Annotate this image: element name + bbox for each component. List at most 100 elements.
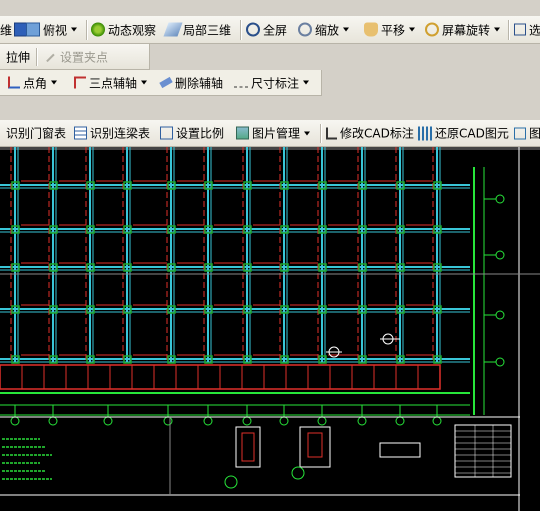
dimension-dropdown[interactable]: 尺寸标注 xyxy=(234,74,310,91)
select-icon xyxy=(514,23,526,36)
axis-bubble xyxy=(203,416,213,426)
toolbar-filler xyxy=(323,70,540,96)
axis-bubble xyxy=(495,250,505,260)
view-toolbar: 维 俯视 动态观察 局部三维 全屏 缩放 平移 屏幕旋转 选 xyxy=(0,16,540,44)
point-angle-label: 点角 xyxy=(23,76,48,90)
fullscreen-button[interactable]: 全屏 xyxy=(246,21,287,38)
axis-bubble xyxy=(357,416,367,426)
select-button[interactable]: 选 xyxy=(514,21,540,38)
zoom-icon xyxy=(298,22,312,37)
recognize-beams-label: 识别连梁表 xyxy=(90,126,151,141)
partial-3d-button[interactable]: 局部三维 xyxy=(163,21,232,38)
chevron-down-icon xyxy=(51,80,58,85)
modify-cad-icon xyxy=(326,127,337,139)
pan-dropdown[interactable]: 平移 xyxy=(364,21,416,38)
rotate-label: 屏幕旋转 xyxy=(442,23,491,37)
stretch-button[interactable]: 拉伸 xyxy=(6,48,30,65)
cube-view-icon xyxy=(26,22,40,37)
more-button[interactable]: 图 xyxy=(514,125,540,142)
chevron-down-icon xyxy=(343,27,350,32)
chevron-down-icon xyxy=(303,80,310,85)
axis-toolbar: 点角 三点辅轴 删除辅轴 尺寸标注 xyxy=(0,70,322,96)
more-label: 图 xyxy=(529,126,540,141)
detail-bubble xyxy=(224,475,238,489)
image-manage-label: 图片管理 xyxy=(252,126,301,141)
cut-dropdown[interactable]: 维 xyxy=(0,21,29,38)
floor-plan-drawing xyxy=(0,147,540,511)
toolbar-filler xyxy=(151,44,540,70)
three-point-axis-dropdown[interactable]: 三点辅轴 xyxy=(74,74,148,91)
set-scale-label: 设置比例 xyxy=(176,126,225,141)
chevron-down-icon xyxy=(304,131,311,135)
point-angle-icon xyxy=(8,76,20,89)
detail-drawing xyxy=(307,432,323,458)
menu-strip xyxy=(0,0,540,16)
set-scale-button[interactable]: 设置比例 xyxy=(160,125,224,142)
zoom-dropdown[interactable]: 缩放 xyxy=(298,21,350,38)
axis-bubble xyxy=(432,416,442,426)
view-dropdown[interactable]: 俯视 xyxy=(26,21,78,38)
image-manage-dropdown[interactable]: 图片管理 xyxy=(236,125,311,142)
scale-icon xyxy=(160,126,173,140)
set-grip-label: 设置夹点 xyxy=(60,50,109,64)
pencil-icon xyxy=(43,50,55,63)
table-icon xyxy=(74,126,87,140)
toolbar-gap xyxy=(0,96,540,120)
magnifier-plus-icon xyxy=(246,22,260,37)
detail-bubble xyxy=(291,466,305,480)
eraser-icon xyxy=(159,76,173,89)
legend-table xyxy=(454,424,512,478)
three-point-axis-label: 三点辅轴 xyxy=(89,76,138,90)
rotate-dropdown[interactable]: 屏幕旋转 xyxy=(425,21,501,38)
delete-axis-label: 删除辅轴 xyxy=(175,76,224,90)
modify-cad-button[interactable]: 修改CAD标注 xyxy=(326,125,414,142)
pan-label: 平移 xyxy=(381,23,406,37)
axis-bubble xyxy=(163,416,173,426)
axis-bubble xyxy=(317,416,327,426)
point-angle-dropdown[interactable]: 点角 xyxy=(8,74,58,91)
cad-drawing-canvas[interactable] xyxy=(0,147,540,511)
orbit-label: 动态观察 xyxy=(108,23,157,37)
view-label: 俯视 xyxy=(43,23,68,37)
modify-cad-label: 修改CAD标注 xyxy=(340,126,414,141)
restore-cad-label: 还原CAD图元 xyxy=(435,126,509,141)
set-grip-button[interactable]: 设置夹点 xyxy=(43,48,109,65)
select-label: 选 xyxy=(529,23,540,37)
dimension-label: 尺寸标注 xyxy=(251,76,300,90)
axis-bubble xyxy=(279,416,289,426)
restore-cad-icon xyxy=(418,126,432,140)
recognize-beams-button[interactable]: 识别连梁表 xyxy=(74,125,150,142)
zoom-label: 缩放 xyxy=(315,23,340,37)
axis-bubble xyxy=(495,194,505,204)
chevron-down-icon xyxy=(409,27,416,32)
screen-rotate-icon xyxy=(425,22,439,37)
chevron-down-icon xyxy=(71,27,78,32)
fullscreen-label: 全屏 xyxy=(263,23,288,37)
detail-drawing xyxy=(241,432,255,462)
hand-pan-icon xyxy=(364,22,378,37)
axis-bubble xyxy=(395,416,405,426)
recognize-toolbar: 识别门窗表 识别连梁表 设置比例 图片管理 修改CAD标注 还原CAD图元 图 xyxy=(0,120,540,147)
axis-bubble xyxy=(10,416,20,426)
image-icon xyxy=(236,126,249,140)
edit-toolbar: 拉伸 设置夹点 xyxy=(0,44,150,70)
canvas-top-edge xyxy=(0,147,540,150)
axis-bubble xyxy=(495,310,505,320)
orbit-icon xyxy=(91,22,105,37)
dimension-icon xyxy=(234,78,248,87)
axis-bubble xyxy=(103,416,113,426)
three-point-axis-icon xyxy=(74,76,86,89)
cut-label: 维 xyxy=(0,23,13,37)
grid-icon xyxy=(514,127,526,139)
chevron-down-icon xyxy=(141,80,148,85)
axis-bubble xyxy=(495,357,505,367)
orbit-button[interactable]: 动态观察 xyxy=(91,21,156,38)
recognize-doors-label: 识别门窗表 xyxy=(6,126,67,141)
chevron-down-icon xyxy=(494,27,501,32)
partial-3d-icon xyxy=(163,22,183,37)
restore-cad-button[interactable]: 还原CAD图元 xyxy=(418,125,509,142)
recognize-doors-button[interactable]: 识别门窗表 xyxy=(6,125,66,142)
delete-axis-button[interactable]: 删除辅轴 xyxy=(159,74,224,91)
partial-3d-label: 局部三维 xyxy=(183,23,232,37)
detail-drawing xyxy=(379,442,421,458)
